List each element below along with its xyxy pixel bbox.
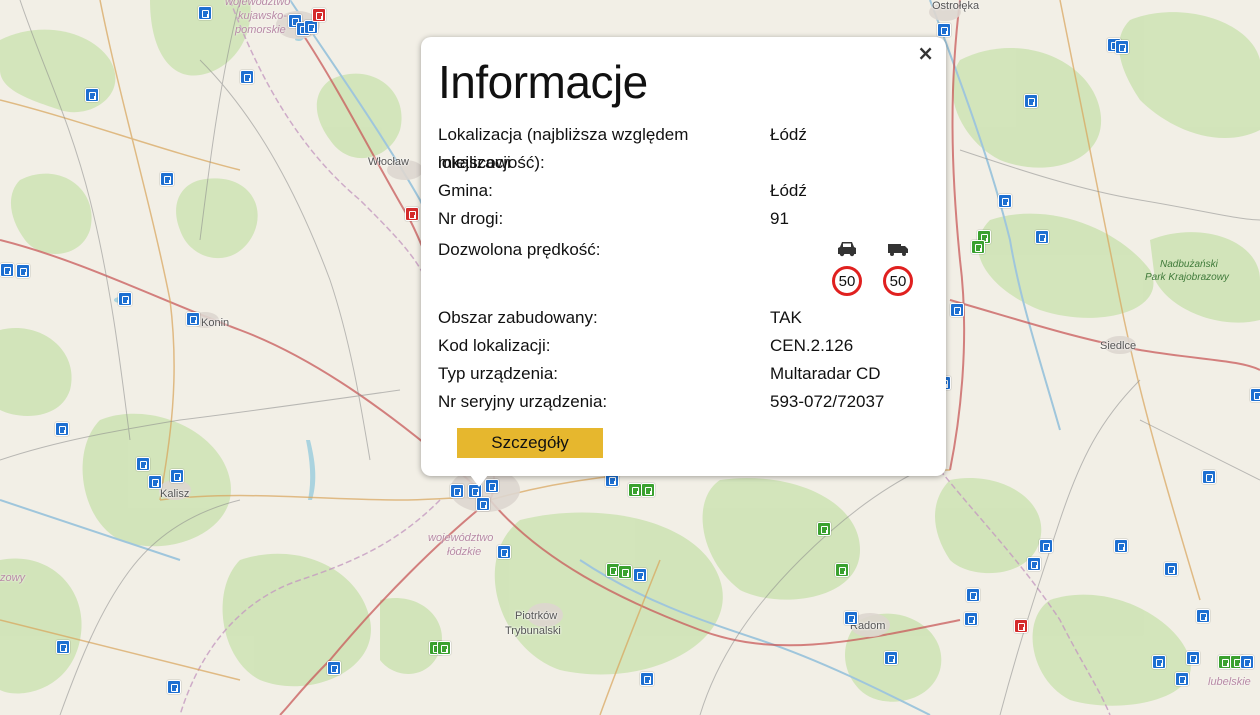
region-label-lodzkie-1: województwo — [428, 532, 494, 544]
region-label-lodzkie-2: łódzkie — [447, 546, 482, 558]
speed-camera-marker-icon[interactable] — [817, 522, 831, 536]
speed-camera-marker-icon[interactable] — [950, 303, 964, 317]
place-label-ostroleka: Ostrołęka — [932, 0, 980, 12]
speed-label: Dozwolona prędkość: — [438, 240, 601, 259]
region-label-left-edge: zowy — [0, 572, 26, 584]
code-label: Kod lokalizacji: — [438, 336, 551, 355]
speed-sign-car: 50 — [832, 266, 862, 296]
speed-camera-marker-icon[interactable] — [1175, 672, 1189, 686]
commune-value: Łódź — [770, 181, 807, 200]
speed-camera-marker-icon[interactable] — [1186, 651, 1200, 665]
serial-value: 593-072/72037 — [770, 392, 885, 411]
speed-camera-marker-icon[interactable] — [1024, 94, 1038, 108]
truck-icon — [888, 244, 908, 256]
car-icon — [838, 242, 856, 257]
device-label: Typ urządzenia: — [438, 364, 559, 383]
speed-camera-marker-icon[interactable] — [640, 672, 654, 686]
speed-camera-marker-icon[interactable] — [118, 292, 132, 306]
speed-camera-marker-icon[interactable] — [1152, 655, 1166, 669]
speed-camera-marker-icon[interactable] — [240, 70, 254, 84]
device-value: Multaradar CD — [770, 364, 881, 383]
park-label-nadbuzanski-1: Nadbużański — [1160, 259, 1218, 270]
speed-camera-marker-icon[interactable] — [884, 651, 898, 665]
speed-camera-marker-icon[interactable] — [1164, 562, 1178, 576]
speed-camera-marker-icon[interactable] — [437, 641, 451, 655]
speed-camera-marker-icon[interactable] — [628, 483, 642, 497]
place-label-trybunalski: Trybunalski — [505, 625, 561, 637]
place-label-siedlce: Siedlce — [1100, 340, 1137, 352]
region-label-lubelskie: lubelskie — [1208, 676, 1251, 688]
region-label-kujawsko-2: kujawsko- — [238, 10, 287, 22]
speed-camera-marker-icon[interactable] — [148, 475, 162, 489]
speed-camera-marker-icon[interactable] — [1114, 539, 1128, 553]
speed-camera-marker-icon[interactable] — [1115, 40, 1129, 54]
speed-camera-marker-icon[interactable] — [1250, 388, 1260, 402]
speed-camera-marker-icon[interactable] — [186, 312, 200, 326]
speed-camera-marker-icon[interactable] — [136, 457, 150, 471]
popup-title: Informacje — [438, 56, 648, 108]
place-label-kalisz: Kalisz — [160, 488, 190, 500]
place-label-konin: Konin — [201, 317, 230, 329]
speed-camera-marker-icon[interactable] — [641, 483, 655, 497]
speed-camera-marker-icon[interactable] — [1014, 619, 1028, 633]
speed-camera-marker-icon[interactable] — [0, 263, 14, 277]
place-label-piotrkow: Piotrków — [515, 610, 558, 622]
speed-camera-marker-icon[interactable] — [964, 612, 978, 626]
speed-camera-marker-icon[interactable] — [160, 172, 174, 186]
speed-camera-marker-icon[interactable] — [835, 563, 849, 577]
location-label-line2: miejscowość): — [438, 153, 545, 172]
speed-camera-marker-icon[interactable] — [998, 194, 1012, 208]
speed-camera-marker-icon[interactable] — [844, 611, 858, 625]
speed-camera-marker-icon[interactable] — [1240, 655, 1254, 669]
builtup-value: TAK — [770, 308, 802, 327]
speed-camera-marker-icon[interactable] — [56, 640, 70, 654]
details-button[interactable]: Szczegóły — [457, 428, 603, 458]
speed-sign-truck: 50 — [883, 266, 913, 296]
region-label-kujawsko-1: województwo — [225, 0, 291, 8]
location-value: Łódź — [770, 125, 807, 144]
commune-label: Gmina: — [438, 181, 493, 200]
speed-camera-marker-icon[interactable] — [405, 207, 419, 221]
speed-camera-marker-icon[interactable] — [327, 661, 341, 675]
speed-camera-marker-icon[interactable] — [476, 497, 490, 511]
speed-camera-marker-icon[interactable] — [1027, 557, 1041, 571]
speed-camera-marker-icon[interactable] — [633, 568, 647, 582]
speed-limit-truck: 50 — [880, 240, 916, 296]
builtup-label: Obszar zabudowany: — [438, 308, 598, 327]
speed-camera-marker-icon[interactable] — [1196, 609, 1210, 623]
park-label-nadbuzanski-2: Park Krajobrazowy — [1145, 272, 1229, 283]
info-popup: × Informacje Lokalizacja (najbliższa wzg… — [421, 37, 946, 476]
speed-camera-marker-icon[interactable] — [966, 588, 980, 602]
code-value: CEN.2.126 — [770, 336, 854, 355]
speed-camera-marker-icon[interactable] — [167, 680, 181, 694]
place-label-wloclawek: Włocław — [368, 156, 409, 168]
speed-camera-marker-icon[interactable] — [971, 240, 985, 254]
speed-camera-marker-icon[interactable] — [497, 545, 511, 559]
speed-camera-marker-icon[interactable] — [937, 23, 951, 37]
speed-camera-marker-icon[interactable] — [55, 422, 69, 436]
speed-camera-marker-icon[interactable] — [304, 20, 318, 34]
speed-camera-marker-icon[interactable] — [450, 484, 464, 498]
speed-camera-marker-icon[interactable] — [1202, 470, 1216, 484]
road-label: Nr drogi: — [438, 209, 504, 228]
speed-camera-marker-icon[interactable] — [312, 8, 326, 22]
speed-camera-marker-icon[interactable] — [170, 469, 184, 483]
speed-camera-marker-icon[interactable] — [16, 264, 30, 278]
popup-tip — [470, 475, 488, 487]
region-label-kujawsko-3: pomorskie — [235, 24, 286, 36]
serial-label: Nr seryjny urządzenia: — [438, 392, 608, 411]
speed-camera-marker-icon[interactable] — [618, 565, 632, 579]
speed-limit-car: 50 — [829, 240, 865, 296]
speed-camera-marker-icon[interactable] — [1035, 230, 1049, 244]
speed-camera-marker-icon[interactable] — [198, 6, 212, 20]
speed-camera-marker-icon[interactable] — [1039, 539, 1053, 553]
close-icon[interactable]: × — [917, 41, 934, 65]
road-value: 91 — [770, 209, 789, 228]
speed-camera-marker-icon[interactable] — [85, 88, 99, 102]
